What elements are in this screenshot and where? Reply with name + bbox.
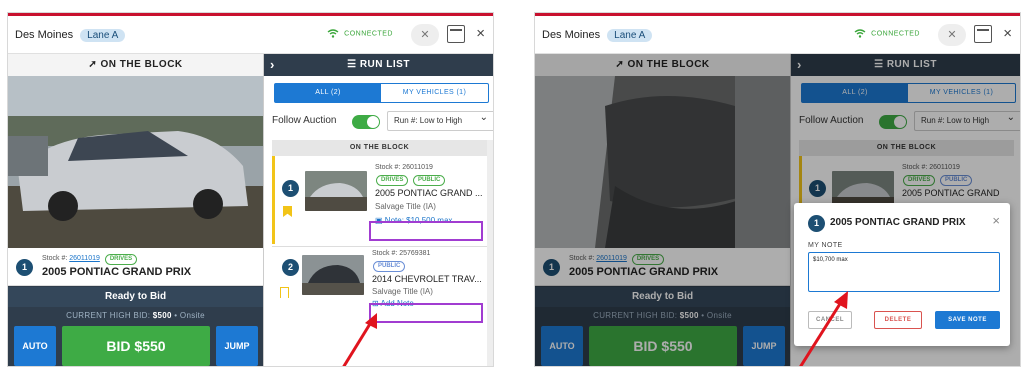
vehicle-title: 2005 PONTIAC GRAND PRIX <box>42 266 192 278</box>
stock-number: Stock #: 26011019 <box>375 164 433 171</box>
run-list-heading: › ☰ RUN LIST <box>264 54 493 76</box>
section-on-the-block: ON THE BLOCK <box>272 140 487 156</box>
right-screenshot: Des Moines Lane A CONNECTED ✕ × ➚ ON THE… <box>534 12 1021 367</box>
bid-status: Ready to Bid <box>8 287 263 307</box>
lane-badge: Lane A <box>607 29 653 42</box>
current-high-bid: CURRENT HIGH BID: $500 • Onsite <box>66 311 205 320</box>
top-bar: Des Moines Lane A CONNECTED ✕ × <box>535 16 1020 54</box>
vehicle-title: 2005 PONTIAC GRAND ... <box>375 188 483 198</box>
jump-bid-button[interactable]: JUMP <box>216 326 258 366</box>
lot-number-badge: 1 <box>808 215 825 232</box>
on-the-block-heading: ➚ ON THE BLOCK <box>8 54 263 76</box>
note-label: MY NOTE <box>808 242 843 249</box>
vehicle-thumbnail <box>305 171 367 211</box>
connection-status: CONNECTED <box>854 29 920 38</box>
badges: DRIVES PUBLIC <box>373 175 446 186</box>
follow-auction-toggle[interactable] <box>352 115 380 129</box>
note-highlight <box>369 221 483 241</box>
mute-icon[interactable]: ✕ <box>938 24 966 46</box>
layout-icon[interactable] <box>974 25 992 43</box>
top-bar: Des Moines Lane A CONNECTED ✕ × <box>8 16 493 54</box>
add-note-highlight <box>369 303 483 323</box>
close-icon[interactable]: × <box>1003 25 1012 43</box>
scrollbar[interactable] <box>487 140 493 366</box>
auto-bid-button[interactable]: AUTO <box>14 326 56 366</box>
bid-button[interactable]: BID $550 <box>62 326 210 366</box>
title-status: Salvage Title (IA) <box>375 202 436 211</box>
badges: PUBLIC <box>370 261 406 272</box>
stock-number: Stock #: 25769381 <box>372 250 431 257</box>
gavel-icon: ➚ <box>88 59 98 70</box>
modal-title: 2005 PONTIAC GRAND PRIX <box>830 217 966 228</box>
stock-line: Stock #: 26011019 DRIVES <box>42 254 138 265</box>
follow-auction-label: Follow Auction <box>272 115 337 126</box>
run-list-tabs: ALL (2) MY VEHICLES (1) <box>274 83 489 103</box>
on-the-block-panel: ➚ ON THE BLOCK 1 Stock #: 26011019 DRIVE… <box>8 54 263 366</box>
save-note-button[interactable]: SAVE NOTE <box>935 311 1000 329</box>
pointer-arrow-icon <box>342 313 377 366</box>
lot-number-badge: 1 <box>282 180 299 197</box>
connection-status: CONNECTED <box>327 29 393 38</box>
wifi-icon <box>854 29 866 38</box>
tab-my-vehicles[interactable]: MY VEHICLES (1) <box>381 84 488 102</box>
pointer-arrow-icon <box>799 291 848 366</box>
location-label: Des Moines Lane A <box>15 29 126 42</box>
bookmark-icon[interactable] <box>280 287 289 298</box>
collapse-chevron-icon[interactable]: › <box>270 54 275 76</box>
current-vehicle-card: 1 Stock #: 26011019 DRIVES 2005 PONTIAC … <box>8 248 263 286</box>
lot-number-badge: 1 <box>16 259 33 276</box>
vehicle-photo <box>8 76 263 248</box>
tab-all[interactable]: ALL (2) <box>275 84 381 102</box>
drives-badge: DRIVES <box>104 254 138 265</box>
sort-select[interactable]: Run #: Low to High <box>387 109 493 131</box>
city-name: Des Moines <box>15 29 74 41</box>
stock-number-link[interactable]: 26011019 <box>69 255 100 262</box>
title-status: Salvage Title (IA) <box>372 287 433 296</box>
mute-icon[interactable]: ✕ <box>411 24 439 46</box>
location-label: Des Moines Lane A <box>542 29 653 42</box>
left-screenshot: Des Moines Lane A CONNECTED ✕ × ➚ ON THE… <box>7 12 494 367</box>
bookmark-icon[interactable] <box>283 206 292 217</box>
close-icon[interactable]: × <box>992 213 1000 228</box>
delete-button[interactable]: DELETE <box>874 311 922 329</box>
close-icon[interactable]: × <box>476 25 485 43</box>
note-textarea[interactable]: $10,700 max <box>808 252 1000 292</box>
wifi-icon <box>327 29 339 38</box>
lane-badge: Lane A <box>80 29 126 42</box>
vehicle-title: 2014 CHEVROLET TRAV... <box>372 274 482 284</box>
layout-icon[interactable] <box>447 25 465 43</box>
vehicle-thumbnail <box>302 255 364 295</box>
list-icon: ☰ <box>347 59 357 70</box>
lot-number-badge: 2 <box>282 259 299 276</box>
